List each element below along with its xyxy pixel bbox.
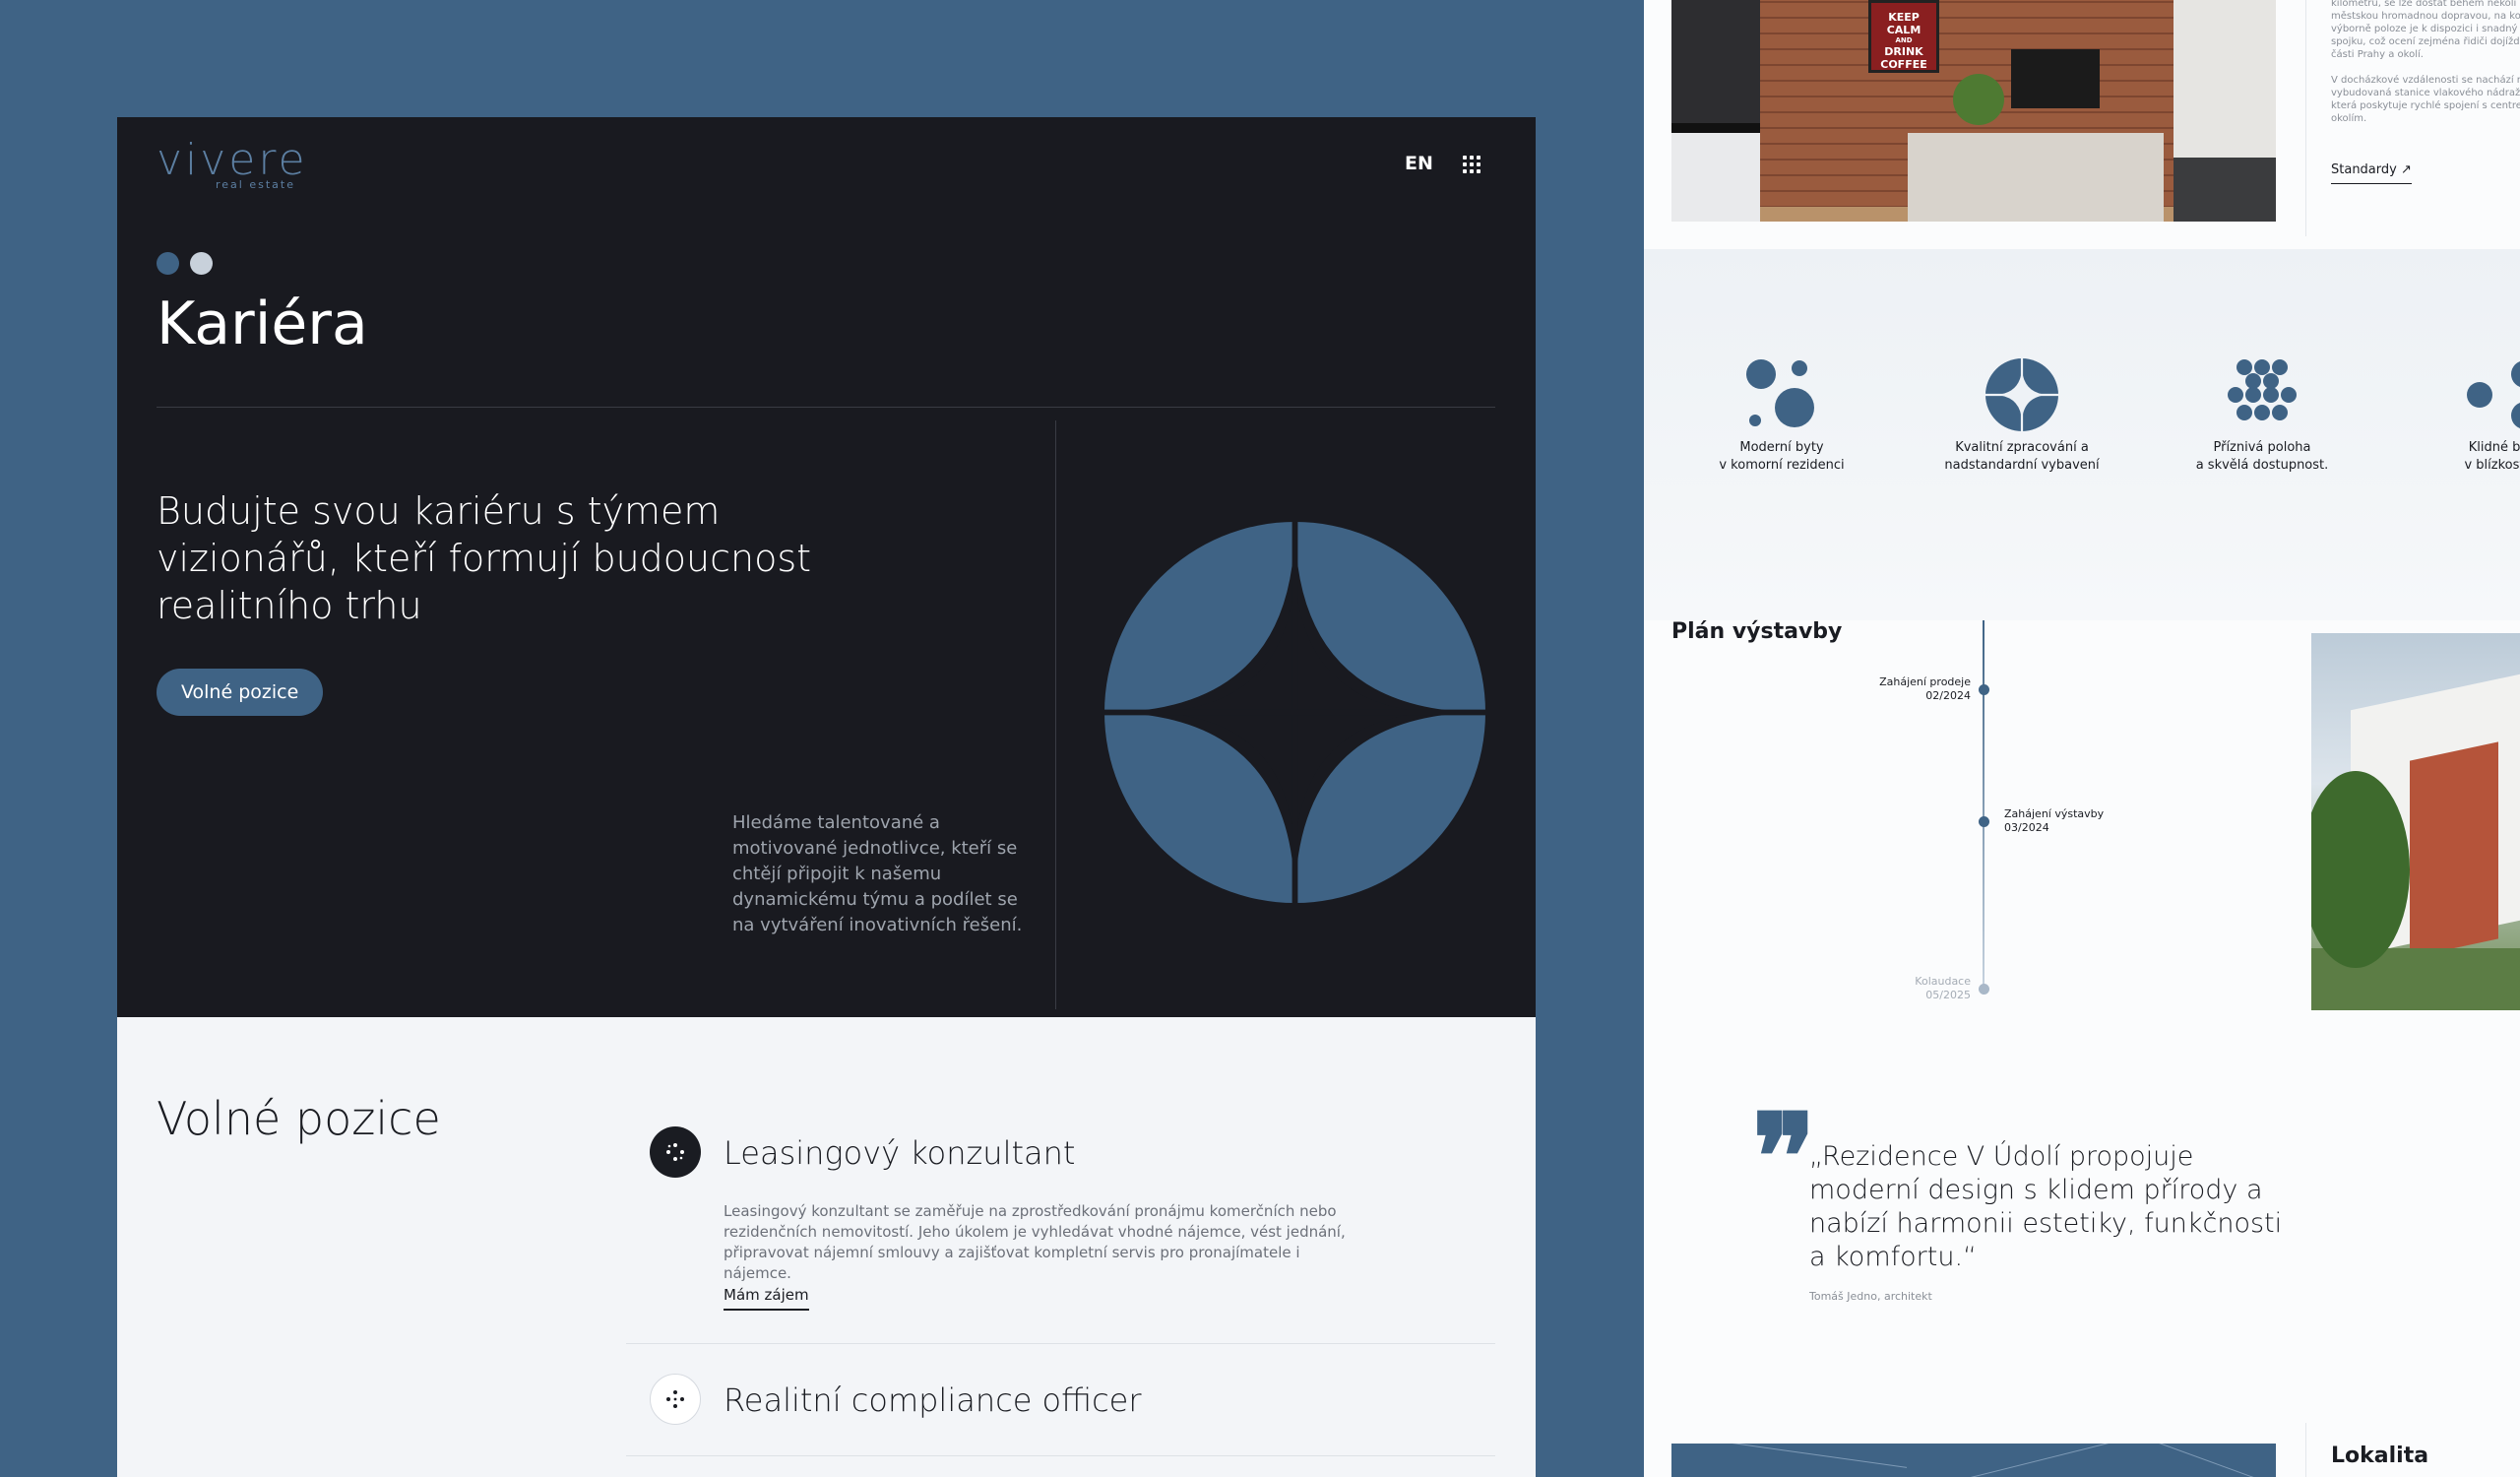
feature-item: Klidné bydv blízkosti p bbox=[2404, 358, 2520, 475]
hero-headline: Budujte svou kariéru s týmem vizionářů, … bbox=[157, 489, 812, 627]
location-title: Lokalita bbox=[2331, 1444, 2429, 1468]
dots-job-icon[interactable] bbox=[650, 1126, 701, 1178]
page-title: Kariéra bbox=[157, 289, 368, 358]
job-description: Leasingový konzultant se zaměřuje na zpr… bbox=[724, 1202, 1346, 1282]
quote-author: Tomáš Jedno, architekt bbox=[1809, 1290, 1932, 1303]
divider-vertical bbox=[1055, 420, 1056, 1009]
location-map[interactable] bbox=[1671, 1444, 2276, 1477]
open-positions-button[interactable]: Volné pozice bbox=[157, 669, 324, 716]
standards-link[interactable]: Standardy ↗ bbox=[2331, 162, 2412, 184]
language-switch[interactable]: EN bbox=[1405, 153, 1433, 174]
hero-section: vivere real estate EN Kariéra Budujte sv… bbox=[117, 117, 1536, 1017]
job-title[interactable]: Realitní compliance officer bbox=[724, 1381, 1142, 1419]
brand-star-shape-icon bbox=[1104, 522, 1485, 903]
hero-description: Hledáme talentované a motivované jednotl… bbox=[732, 812, 1023, 935]
dots-job-icon[interactable] bbox=[650, 1374, 701, 1425]
timeline-label: Zahájení prodeje 02/2024 bbox=[1879, 675, 1971, 702]
coffee-sign: KEEP CALM AND DRINK COFFEE bbox=[1868, 0, 1939, 73]
logo-tagline: real estate bbox=[216, 178, 295, 191]
dot-grid-icon bbox=[2228, 359, 2297, 420]
divider bbox=[157, 407, 1495, 408]
timeline-dot bbox=[1979, 816, 1989, 827]
jobs-title: Volné pozice bbox=[157, 1092, 441, 1145]
quote-icon: ❞ bbox=[1752, 1088, 1816, 1227]
dots-cluster-icon bbox=[1746, 359, 1814, 427]
interior-photo: KEEP CALM AND DRINK COFFEE bbox=[1671, 0, 2276, 222]
feature-item: Moderní byty v komorní rezidenci bbox=[1683, 358, 1880, 475]
timeline bbox=[1983, 620, 1984, 995]
construction-plan-title: Plán výstavby bbox=[1671, 619, 1843, 644]
apply-link[interactable]: Mám zájem bbox=[724, 1286, 809, 1311]
residence-page-preview: KEEP CALM AND DRINK COFFEE kilometrů, se l… bbox=[1644, 0, 2520, 1477]
divider-vertical bbox=[2305, 1423, 2306, 1477]
star-circle-icon bbox=[1985, 358, 2058, 431]
logo[interactable]: vivere real estate bbox=[157, 135, 308, 192]
timeline-label: Zahájení výstavby 03/2024 bbox=[2004, 807, 2105, 834]
feature-item: Kvalitní zpracování a nadstandardní vybav… bbox=[1923, 358, 2120, 475]
menu-grid-icon[interactable] bbox=[1463, 156, 1480, 173]
timeline-dot bbox=[1979, 984, 1989, 995]
location-text: kilometrů, se lze dostat během několi mě… bbox=[2331, 0, 2520, 124]
career-page: vivere real estate EN Kariéra Budujte sv… bbox=[117, 117, 1536, 1477]
divider-vertical bbox=[2305, 0, 2306, 236]
feature-item: Příznivá poloha a skvělá dostupnost. bbox=[2164, 358, 2361, 475]
architect-quote: „Rezidence V Údolí propojuje moderní des… bbox=[1809, 1141, 2283, 1272]
timeline-dot bbox=[1979, 684, 1989, 695]
timeline-label: Kolaudace 05/2025 bbox=[1915, 975, 1971, 1001]
circles-icon bbox=[2467, 360, 2520, 429]
divider bbox=[626, 1455, 1495, 1456]
logo-wordmark: vivere bbox=[157, 135, 308, 185]
brand-dots-icon bbox=[157, 252, 213, 275]
divider bbox=[626, 1343, 1495, 1344]
building-photo bbox=[2311, 633, 2520, 1010]
job-title[interactable]: Leasingový konzultant bbox=[724, 1134, 1075, 1172]
